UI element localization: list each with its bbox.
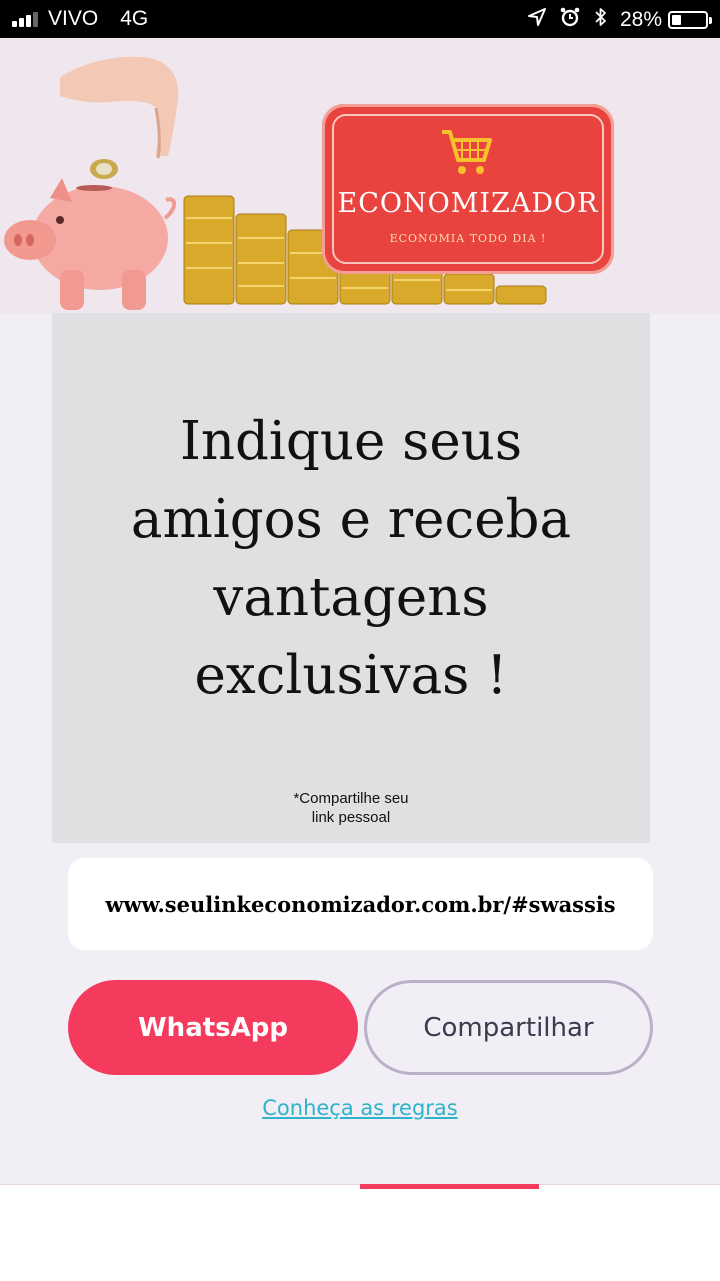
battery-percent: 28%	[619, 8, 662, 31]
location-icon	[527, 8, 546, 32]
promo-note-line2: link pessoal	[311, 809, 391, 826]
active-tab-indicator	[360, 1184, 539, 1189]
piggy-bank-illustration	[4, 178, 177, 310]
signal-strength-icon	[12, 11, 40, 27]
status-bar: VIVO 4G 28%	[0, 0, 720, 38]
promo-card: Indique seus amigos e receba vantagens e…	[52, 313, 650, 843]
alarm-icon	[560, 7, 580, 33]
bluetooth-icon	[594, 7, 608, 33]
share-button[interactable]: Compartilhar	[364, 980, 653, 1075]
promo-headline: Indique seus amigos e receba vantagens e…	[130, 411, 572, 706]
whatsapp-button-label: WhatsApp	[138, 1012, 288, 1043]
whatsapp-button[interactable]: WhatsApp	[68, 980, 358, 1075]
share-button-label: Compartilhar	[423, 1012, 594, 1043]
rules-link[interactable]: Conheça as regras	[0, 1096, 720, 1120]
brand-name: ECONOMIZADOR	[337, 188, 599, 219]
promo-note: *Compartilhe seu link pessoal	[52, 789, 650, 827]
bottom-bar	[0, 1184, 720, 1281]
promo-note-line1: *Compartilhe seu	[293, 790, 409, 807]
shopping-cart-icon	[442, 130, 492, 174]
personal-link-url[interactable]: www.seulinkeconomizador.com.br/#swassis	[105, 892, 615, 917]
personal-link-box[interactable]: www.seulinkeconomizador.com.br/#swassis	[68, 858, 653, 950]
hand-coin-illustration	[60, 56, 179, 179]
carrier-name: VIVO	[48, 7, 99, 30]
brand-tagline: ECONOMIA TODO DIA !	[389, 232, 547, 245]
network-type: 4G	[120, 7, 149, 30]
battery-icon	[668, 11, 712, 29]
header-banner: ECONOMIZADOR ECONOMIA TODO DIA !	[0, 38, 720, 314]
economizador-logo: ECONOMIZADOR ECONOMIA TODO DIA !	[322, 104, 614, 274]
